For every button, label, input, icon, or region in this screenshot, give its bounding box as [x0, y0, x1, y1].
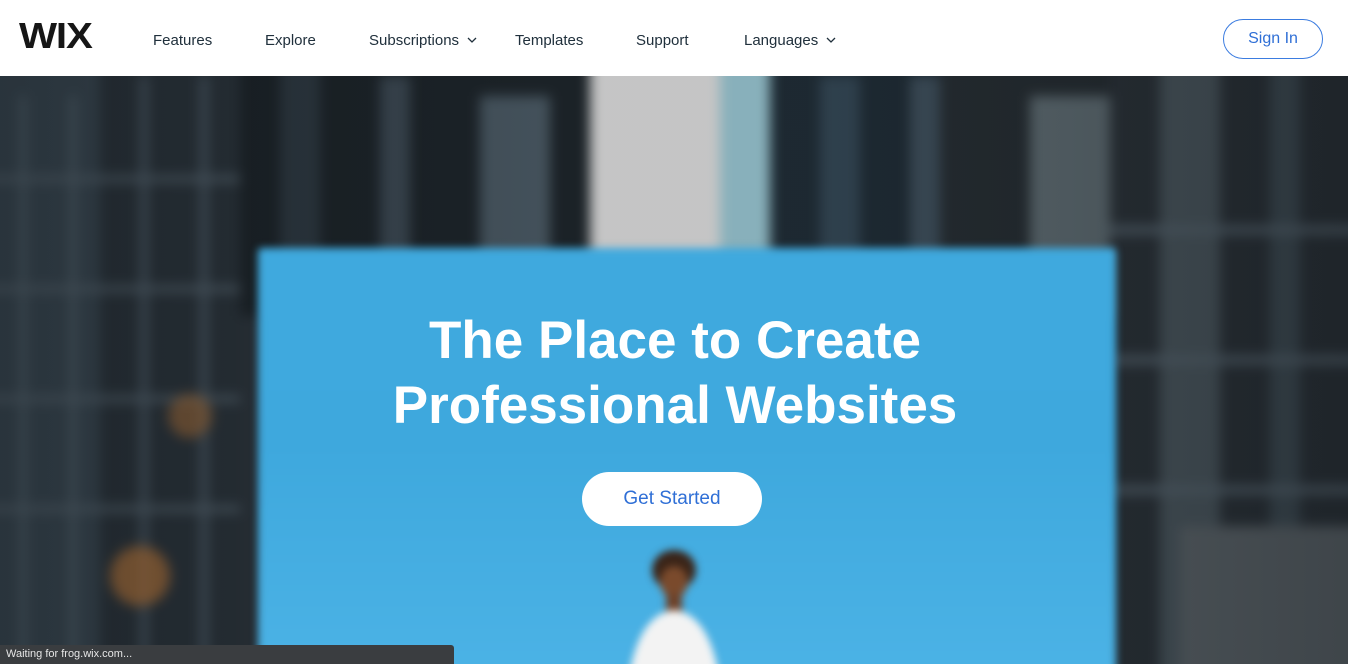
- top-navigation-bar: WIX Features Explore Subscriptions Templ…: [0, 0, 1348, 76]
- status-bar-text: Waiting for frog.wix.com...: [6, 648, 133, 660]
- chevron-down-icon: [826, 30, 836, 50]
- nav-features[interactable]: Features: [153, 31, 212, 51]
- nav-languages-label: Languages: [744, 32, 819, 49]
- nav-support[interactable]: Support: [636, 31, 689, 51]
- nav-explore-label: Explore: [265, 32, 316, 49]
- hero-headline-line2: Professional Websites: [392, 376, 958, 435]
- hero-person-figure: [608, 542, 738, 664]
- hero-headline-line1: The Place to Create: [429, 311, 921, 370]
- sign-in-button[interactable]: Sign In: [1223, 19, 1323, 59]
- get-started-label: Get Started: [623, 488, 721, 509]
- chevron-down-icon: [467, 30, 477, 50]
- sign-in-label: Sign In: [1248, 30, 1298, 47]
- nav-templates-label: Templates: [515, 32, 584, 49]
- browser-status-bar: Waiting for frog.wix.com...: [0, 645, 454, 664]
- nav-explore[interactable]: Explore: [265, 31, 316, 51]
- nav-subscriptions[interactable]: Subscriptions: [369, 31, 477, 51]
- nav-support-label: Support: [636, 32, 689, 49]
- hero-headline: The Place to Create Professional Website…: [300, 308, 1050, 438]
- nav-subscriptions-label: Subscriptions: [369, 32, 460, 49]
- nav-languages[interactable]: Languages: [744, 31, 836, 51]
- nav-templates[interactable]: Templates: [515, 31, 583, 51]
- hero-section: The Place to Create Professional Website…: [0, 76, 1348, 664]
- nav-features-label: Features: [153, 32, 213, 49]
- get-started-button[interactable]: Get Started: [582, 472, 762, 526]
- wix-logo[interactable]: WIX: [19, 16, 93, 56]
